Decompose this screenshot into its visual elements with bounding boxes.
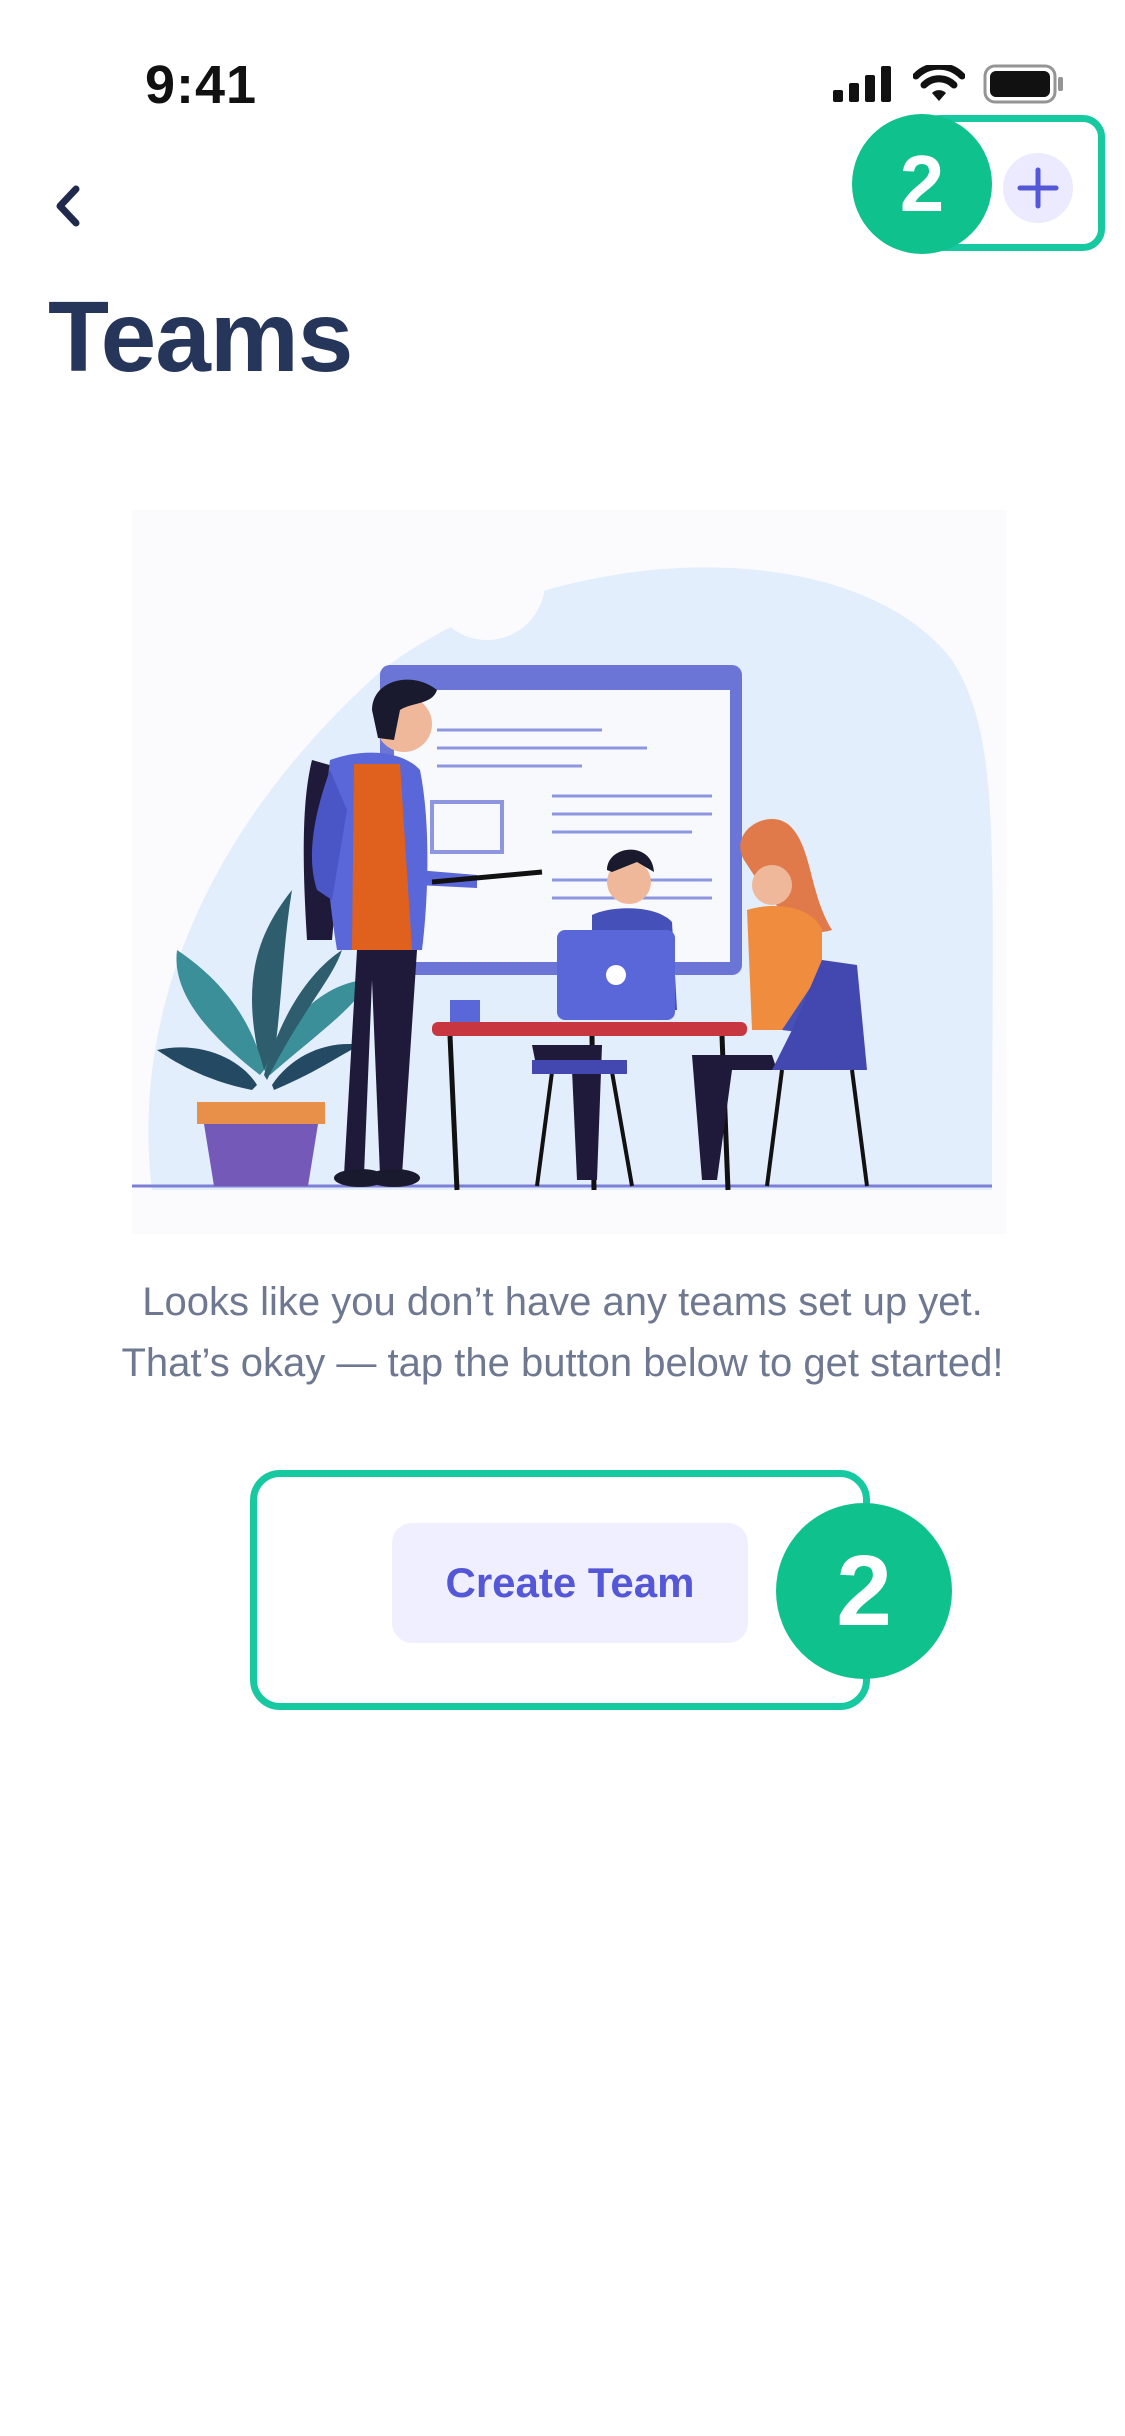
battery-icon [983, 64, 1063, 104]
chevron-left-icon [56, 185, 80, 227]
signal-icon [833, 66, 891, 102]
wifi-icon [913, 65, 965, 101]
back-button[interactable] [42, 180, 94, 232]
plus-icon [1017, 167, 1059, 209]
empty-state-message: Looks like you don’t have any teams set … [121, 1280, 1004, 1385]
page-title: Teams [48, 281, 353, 393]
step-badge: 2 [776, 1503, 952, 1679]
team-meeting-illustration [132, 510, 1006, 1234]
add-team-button[interactable] [1003, 153, 1073, 223]
create-team-button[interactable]: Create Team [392, 1523, 748, 1643]
status-time: 9:41 [145, 55, 258, 115]
status-icons [833, 64, 1065, 104]
step-badge: 2 [852, 114, 992, 254]
